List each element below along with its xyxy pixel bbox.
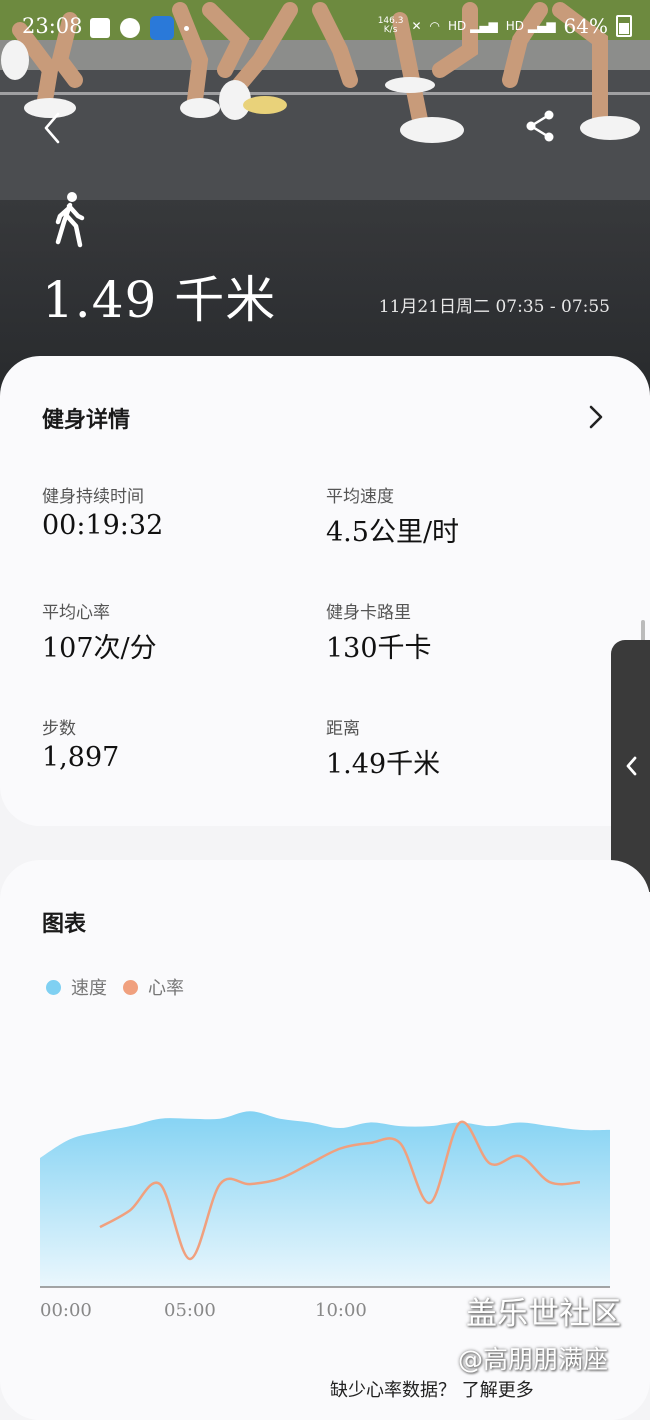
legend-heart-rate-label: 心率 [148,978,184,999]
missing-heart-rate-link[interactable]: 缺少心率数据？ 了解更多 [330,1376,534,1402]
gallery-icon [90,18,110,38]
stat-steps-label: 步数 [42,719,76,739]
workout-time-range: 11月21日周二 07:35 - 07:55 [378,297,610,317]
battery-percent: 64% [563,14,608,38]
stat-avg-speed-value: 4.5公里/时 [326,517,460,548]
status-right-icons: 146.3 K/s ✕ ◠ HD ▂▄▆ HD ▂▄▆ 64% [378,14,632,38]
hd-signal-icon: HD ▂▄▆ [448,19,498,33]
status-bar: 23:08 146.3 K/s ✕ ◠ HD ▂▄▆ HD ▂▄▆ 64% [0,0,650,56]
app-notification-icon [150,16,174,40]
wechat-icon [120,18,140,38]
hero-banner: 23:08 146.3 K/s ✕ ◠ HD ▂▄▆ HD ▂▄▆ 64% 1.… [0,0,650,400]
legend-speed-swatch [46,979,61,995]
legend-heart-rate: 心率 [123,974,184,1000]
legend-heart-rate-swatch [123,979,138,995]
watermark-community: 盖乐世社区 [466,1296,621,1332]
chevron-right-icon[interactable] [585,404,607,430]
wifi-icon: ◠ [429,19,441,33]
x-tick-label: 05:00 [164,1300,216,1321]
stat-calories-value: 130千卡 [326,633,432,664]
battery-icon [616,15,632,37]
dot-icon [184,25,189,31]
stat-duration-label: 健身持续时间 [42,487,144,507]
speed-heart-rate-chart [40,1111,610,1288]
status-left-icons [90,16,189,40]
stat-duration-value: 00:19:32 [42,510,164,541]
detail-title: 健身详情 [42,407,131,433]
back-icon[interactable] [36,110,72,146]
edge-panel-handle[interactable] [611,640,650,892]
legend-speed: 速度 [46,974,107,1000]
x-tick-label: 00:00 [40,1300,92,1321]
status-time: 23:08 [22,14,83,38]
total-distance: 1.49 千米 [42,271,277,329]
x-tick-label: 10:00 [315,1300,367,1321]
stat-steps-value: 1,897 [42,742,120,773]
net-speed: 146.3 K/s [377,16,404,35]
chart-title: 图表 [42,911,87,937]
stat-distance-label: 距离 [326,719,360,739]
stat-calories-label: 健身卡路里 [326,603,411,623]
walk-icon [55,192,85,248]
hd-signal2-icon: HD ▂▄▆ [505,19,556,33]
stat-heart-rate-label: 平均心率 [42,603,110,623]
watermark-author: @高朋朋满座 [458,1345,609,1374]
chart-legend: 速度 心率 [46,974,200,1000]
mute-icon: ✕ [411,19,422,33]
share-icon[interactable] [522,108,558,144]
stat-avg-speed-label: 平均速度 [326,487,394,507]
chevron-left-icon [626,756,637,776]
stat-distance-value: 1.49千米 [326,749,441,780]
stat-heart-rate-value: 107次/分 [42,633,157,664]
speed-area-series [40,1111,610,1287]
legend-speed-label: 速度 [71,978,107,999]
